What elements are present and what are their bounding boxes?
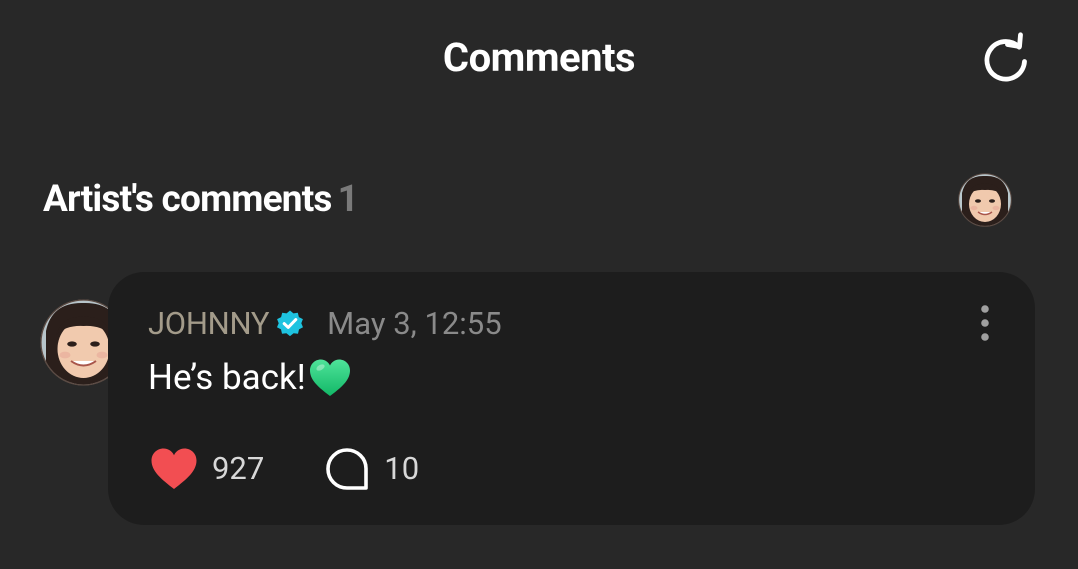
section-title: Artist's comments [43,178,332,221]
reply-button[interactable]: 10 [324,446,419,492]
comment-actions: 927 10 [150,446,419,492]
refresh-icon [984,32,1027,82]
author-name[interactable]: JOHNNY [148,304,269,344]
more-options-button[interactable] [970,302,1000,344]
comment-count: 1 [337,178,359,221]
page-title: Comments [442,34,636,81]
comment-text: He’s back! [148,357,306,398]
section-heading: Artist's comments 1 [43,176,359,224]
like-count: 927 [212,450,265,487]
comment-body: He’s back! [148,355,352,401]
comment-timestamp: May 3, 12:55 [327,305,502,342]
more-vertical-icon [981,305,989,341]
like-button[interactable]: 927 [150,447,264,491]
comment-meta: JOHNNY May 3, 12:55 [148,304,502,344]
verified-badge-icon [277,310,304,337]
heart-icon [151,448,197,489]
refresh-button[interactable] [976,30,1036,90]
comment-card: JOHNNY May 3, 12:55 He’s back! 927 10 [108,272,1035,525]
comment-bubble-icon [326,448,369,490]
green-heart-emoji-icon [309,359,350,396]
reply-count: 10 [384,450,420,487]
artist-avatar-icon [958,173,1012,227]
artist-filter-avatar[interactable] [958,173,1012,227]
